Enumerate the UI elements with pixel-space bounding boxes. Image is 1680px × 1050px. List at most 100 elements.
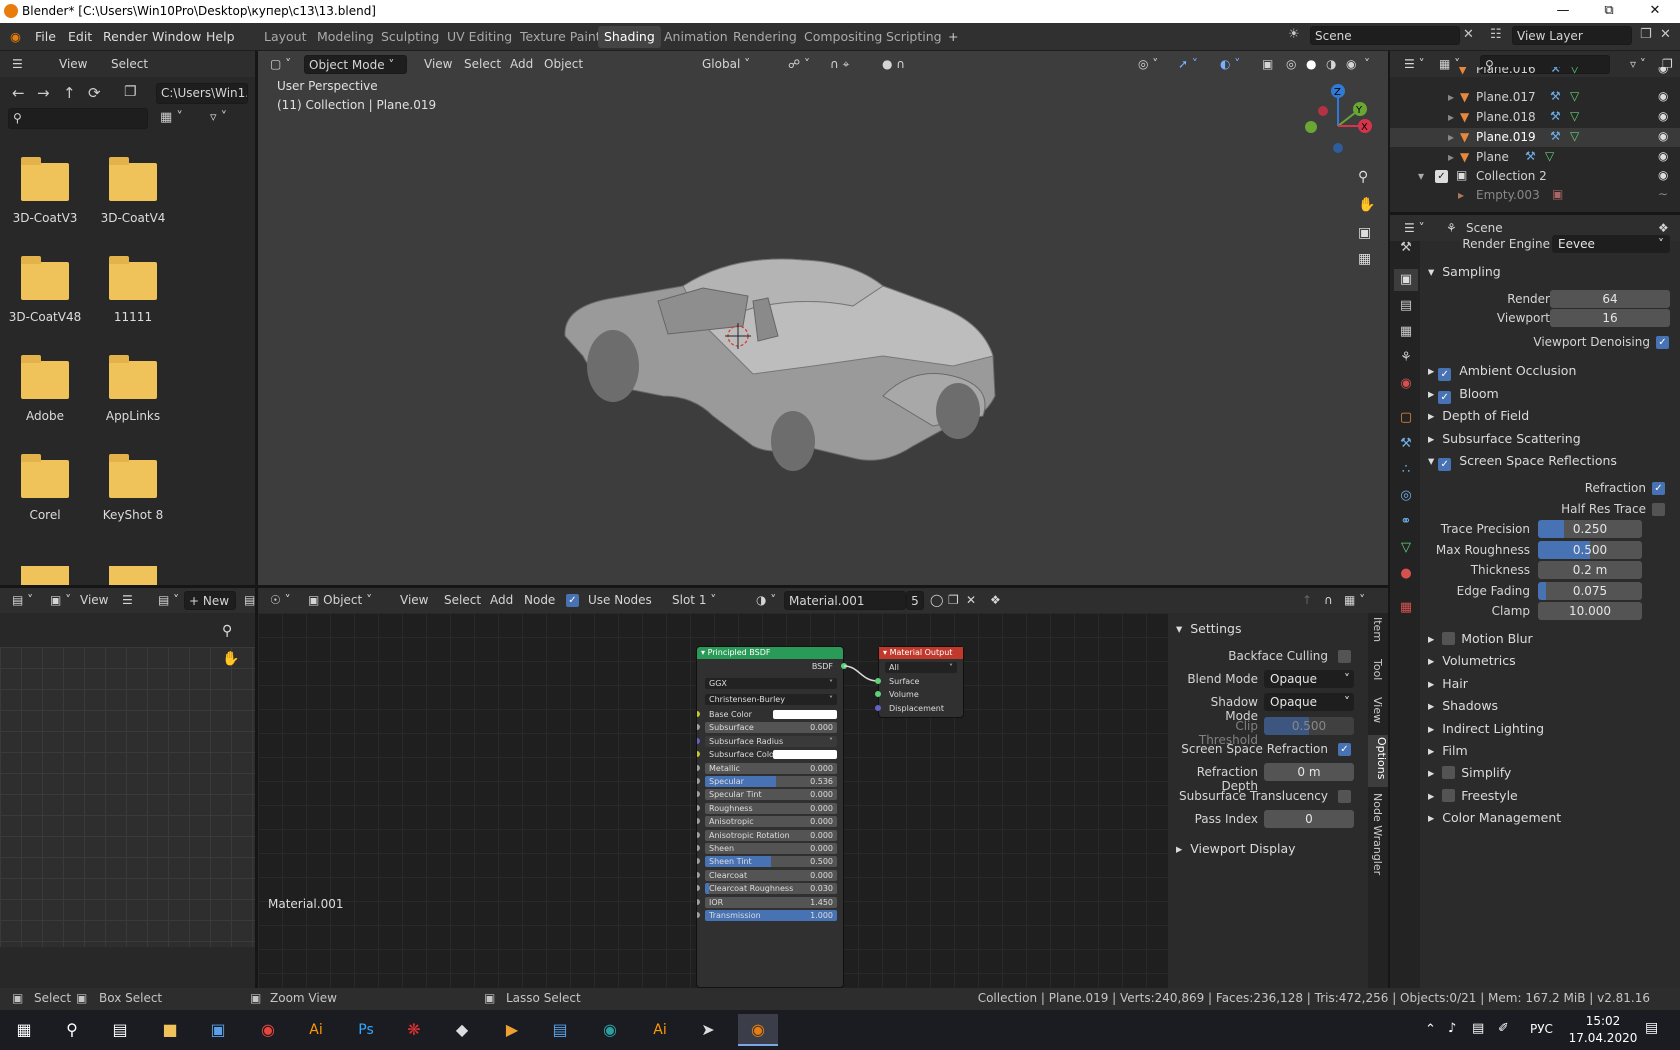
ssr-field-slider[interactable]: 0.2 m xyxy=(1538,561,1642,579)
shading-wire-icon[interactable]: ◎ xyxy=(1282,55,1300,74)
bsdf-input-row[interactable]: Base Color xyxy=(697,709,837,720)
bsdf-input-row[interactable]: Clearcoat 0.000 xyxy=(697,869,837,881)
blender-taskbar-icon[interactable]: ◉ xyxy=(738,1014,778,1046)
bsdf-input-socket[interactable] xyxy=(697,711,700,717)
store-icon[interactable]: ▣ xyxy=(198,1014,238,1046)
screen-space-refraction-checkbox[interactable]: ✓ xyxy=(1338,743,1351,756)
backface-culling-checkbox[interactable] xyxy=(1338,650,1351,663)
tab-node-wrangler[interactable]: Node Wrangler xyxy=(1371,793,1384,875)
use-nodes-checkbox[interactable]: ✓ xyxy=(566,594,579,607)
panel-enable-checkbox[interactable] xyxy=(1442,766,1456,780)
notifications-icon[interactable]: ▤ xyxy=(1645,1020,1658,1036)
search-icon[interactable]: ⚲ xyxy=(52,1014,92,1046)
subsurface-translucency-checkbox[interactable] xyxy=(1338,790,1351,803)
folder-item[interactable]: Corel xyxy=(2,454,88,522)
zoom-icon[interactable]: ⚲ xyxy=(1358,169,1368,185)
volume-input-socket[interactable] xyxy=(875,691,881,697)
panel-enable-checkbox[interactable] xyxy=(1442,632,1456,645)
zoom-icon[interactable]: ⚲ xyxy=(222,623,232,639)
bsdf-input-row[interactable]: IOR 1.450 xyxy=(697,896,837,908)
task-view-icon[interactable]: ▤ xyxy=(100,1014,140,1046)
bsdf-input-socket[interactable] xyxy=(697,912,700,918)
menu-file[interactable]: File xyxy=(35,29,56,44)
bsdf-input-socket[interactable] xyxy=(697,845,700,851)
material-output-node[interactable]: ▾ Material Output All ˅ Surface Volume Di… xyxy=(878,646,964,718)
refraction-checkbox[interactable]: ✓ xyxy=(1652,482,1665,495)
tab-scripting[interactable]: Scripting xyxy=(880,26,948,48)
new-image-button[interactable]: + New xyxy=(184,591,236,610)
bsdf-input-socket[interactable] xyxy=(697,751,700,758)
sampling-panel-header[interactable]: ▾ Sampling xyxy=(1428,264,1501,279)
subsurface-scattering-panel[interactable]: ▸ Subsurface Scattering xyxy=(1428,431,1581,446)
render-panel-header[interactable]: ▸ Film xyxy=(1428,743,1468,758)
close-icon[interactable]: ✕ xyxy=(1632,0,1678,23)
collection-checkbox[interactable]: ✓ xyxy=(1435,170,1448,183)
gizmo-icon[interactable]: ➚ ˅ xyxy=(1174,55,1202,74)
illustrator-icon[interactable]: Ai xyxy=(296,1014,336,1046)
ne-add-menu[interactable]: Add xyxy=(486,591,517,610)
eye-icon[interactable]: ◉ xyxy=(1658,89,1668,103)
unlink-material-icon[interactable]: ✕ xyxy=(962,591,980,610)
app-window-icon[interactable]: ▤ xyxy=(540,1014,580,1046)
bsdf-input-row[interactable]: Anisotropic 0.000 xyxy=(697,816,837,828)
eye-icon[interactable]: ◉ xyxy=(1658,67,1668,75)
view-layer-tab-icon[interactable]: ▦ xyxy=(1394,321,1418,343)
bsdf-input-socket[interactable] xyxy=(697,737,700,744)
menu-help[interactable]: Help xyxy=(206,29,235,44)
tool-tab-icon[interactable]: ⚒ xyxy=(1394,237,1418,259)
hamburger-menu-icon[interactable]: ☰ xyxy=(118,591,137,610)
bsdf-input-row[interactable]: Metallic 0.000 xyxy=(697,762,837,774)
area-divider[interactable] xyxy=(1388,51,1390,588)
3d-viewport[interactable]: ▢ ˅ Object Mode ˅ View Select Add Object… xyxy=(258,51,1388,587)
maximize-icon[interactable]: ⧉ xyxy=(1586,0,1632,23)
blender-menu-icon[interactable]: ◉ xyxy=(10,29,21,44)
folder-item[interactable]: 11111 xyxy=(90,256,176,324)
editor-type-icon[interactable]: ▤ ˅ xyxy=(8,591,37,610)
duplicate-material-icon[interactable]: ❐ xyxy=(944,591,963,610)
language-indicator[interactable]: РУС xyxy=(1530,1022,1553,1036)
tab-item[interactable]: Item xyxy=(1371,617,1384,642)
render-samples-field[interactable]: 64 xyxy=(1550,290,1670,308)
navigation-gizmo[interactable]: Z Y X xyxy=(1298,81,1378,161)
material-users-count[interactable]: 5 xyxy=(906,591,924,610)
shader-type-select[interactable]: ▣ Object ˅ xyxy=(304,591,384,610)
refraction-depth-field[interactable]: 0 m xyxy=(1264,763,1354,781)
eye-icon[interactable]: ◉ xyxy=(1658,168,1668,182)
viewport-denoising-checkbox[interactable]: ✓ xyxy=(1656,336,1669,349)
physics-tab-icon[interactable]: ◎ xyxy=(1394,485,1418,507)
tab-options[interactable]: Options xyxy=(1368,735,1388,787)
tab-animation[interactable]: Animation xyxy=(658,26,734,48)
tab-uv-editing[interactable]: UV Editing xyxy=(441,26,518,48)
view-layer-field[interactable]: View Layer xyxy=(1512,26,1632,45)
image-canvas[interactable] xyxy=(0,647,255,947)
eye-closed-icon[interactable]: ∼ xyxy=(1658,187,1668,201)
clock-date[interactable]: 17.04.2020 xyxy=(1566,1031,1640,1045)
render-panel-header[interactable]: ▸ Motion Blur xyxy=(1428,631,1533,646)
shading-material-icon[interactable]: ◑ xyxy=(1322,55,1340,74)
car-model[interactable] xyxy=(553,246,1013,526)
world-tab-icon[interactable]: ◉ xyxy=(1394,373,1418,395)
bsdf-input-socket[interactable] xyxy=(697,791,700,798)
ssr-panel-header[interactable]: ▾ ✓ Screen Space Reflections xyxy=(1428,453,1617,471)
outliner-row[interactable]: ▸ Empty.003 ▣ ∼ xyxy=(1390,186,1680,205)
snap-icon[interactable]: ∩ ⌖ xyxy=(826,55,853,74)
shading-rendered-icon[interactable]: ◉ xyxy=(1342,55,1360,74)
scene-field[interactable]: Scene xyxy=(1310,26,1460,45)
outliner-row[interactable]: ▼ Plane.016 ⚒ ▽ ◉ xyxy=(1390,67,1680,79)
shading-options-icon[interactable]: ˅ xyxy=(1360,55,1374,74)
volume-icon[interactable]: ♪ xyxy=(1448,1021,1456,1036)
tray-chevron-icon[interactable]: ⌃ xyxy=(1425,1022,1436,1037)
bsdf-input-row[interactable]: Anisotropic Rotation 0.000 xyxy=(697,829,837,841)
pen-icon[interactable]: ✐ xyxy=(1498,1021,1509,1036)
visibility-icon[interactable]: ◎ ˅ xyxy=(1134,55,1162,74)
vp-select-menu[interactable]: Select xyxy=(460,55,505,74)
ssr-field-slider[interactable]: 10.000 xyxy=(1538,602,1642,620)
area-divider[interactable] xyxy=(0,585,1390,588)
display-mode-icon[interactable]: ▦ ˅ xyxy=(160,110,183,125)
scene-icon[interactable]: ☀ xyxy=(1288,27,1300,42)
search-input[interactable]: ⚲ xyxy=(8,108,148,129)
mode-select[interactable]: Object Mode ˅ xyxy=(304,55,407,74)
depth-of-field-panel[interactable]: ▸ Depth of Field xyxy=(1428,408,1529,423)
area-divider[interactable] xyxy=(1388,587,1390,988)
color-swatch[interactable] xyxy=(773,710,837,719)
